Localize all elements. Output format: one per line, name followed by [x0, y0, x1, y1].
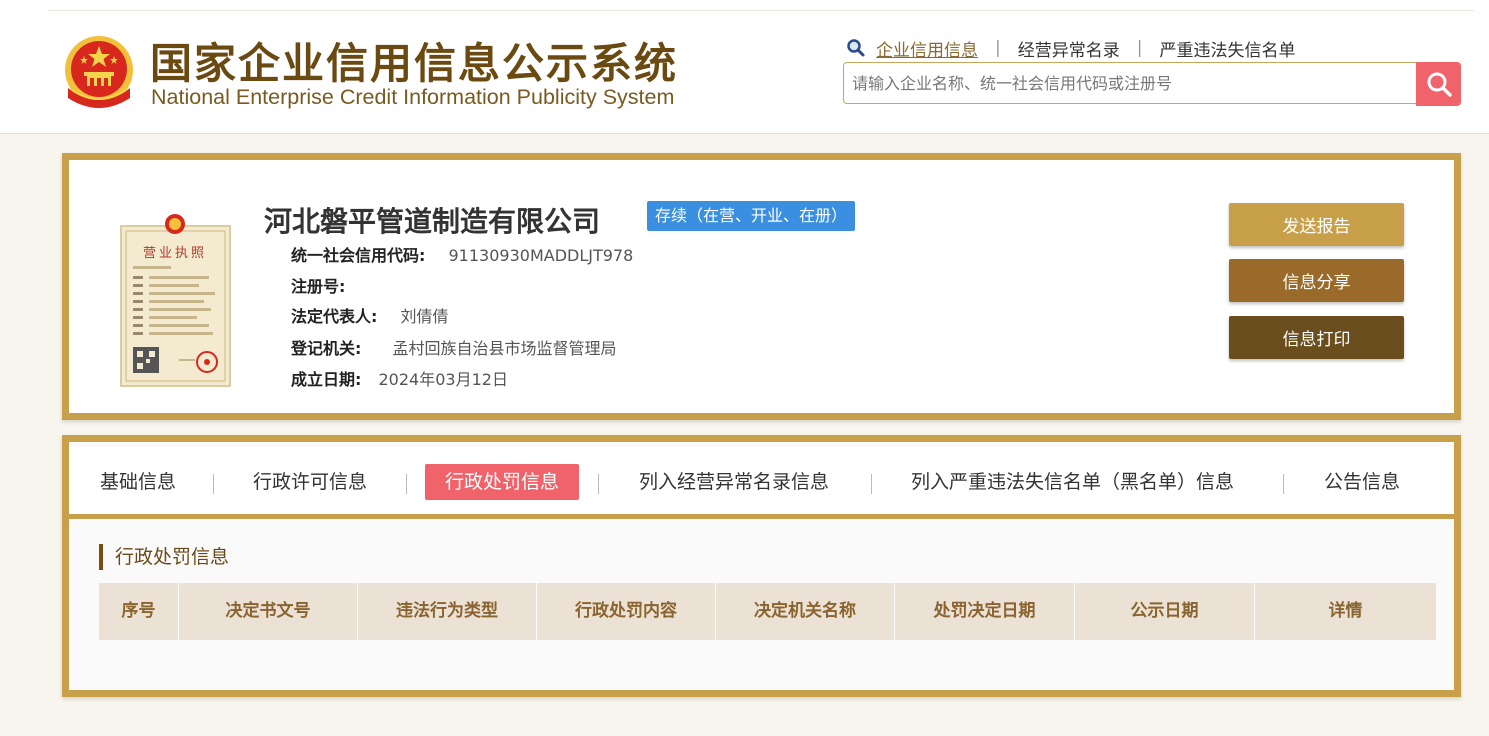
- header-divider: [48, 10, 1474, 11]
- column-header: 决定书文号: [179, 583, 358, 640]
- company-name: 河北磐平管道制造有限公司: [264, 205, 601, 238]
- business-license-image: 营业执照: [120, 214, 231, 387]
- tab-separator: [871, 474, 872, 494]
- section-title: 行政处罚信息: [99, 544, 229, 570]
- info-value: 2024年03月12日: [378, 370, 508, 389]
- national-emblem-icon: [65, 36, 133, 108]
- nav-link-blacklist[interactable]: 严重违法失信名单: [1159, 36, 1295, 61]
- site-header: 国家企业信用信息公示系统 National Enterprise Credit …: [0, 0, 1489, 134]
- top-nav: 企业信用信息 | 经营异常名录 | 严重违法失信名单: [846, 36, 1295, 61]
- tab-separator: [598, 474, 599, 494]
- info-value: 91130930MADDLJT978: [448, 246, 634, 265]
- search-icon: [1427, 72, 1452, 97]
- tab-basic-info[interactable]: 基础信息: [100, 464, 176, 500]
- column-header: 处罚决定日期: [895, 583, 1075, 640]
- site-title-en: National Enterprise Credit Information P…: [151, 85, 675, 109]
- tab-admin-penalty[interactable]: 行政处罚信息: [425, 464, 580, 500]
- nav-link-abnormal-list[interactable]: 经营异常名录: [1018, 36, 1120, 61]
- status-badge: 存续（在营、开业、在册）: [647, 201, 856, 231]
- column-header: 违法行为类型: [358, 583, 537, 640]
- nav-separator: |: [995, 38, 1001, 58]
- send-report-button[interactable]: 发送报告: [1229, 203, 1404, 246]
- info-row-credit-code: 统一社会信用代码: 91130930MADDLJT978: [291, 242, 633, 266]
- tab-separator: [1283, 474, 1284, 494]
- nav-separator: |: [1136, 38, 1143, 58]
- tab-bar: 基础信息 行政许可信息 行政处罚信息 列入经营异常名录信息 列入严重违法失信名单…: [69, 447, 1454, 519]
- info-label: 法定代表人:: [291, 307, 378, 326]
- company-card: 营业执照 河北磐平管道制造有限公司 存续（在营、开业、在册） 统一社会信用代码:…: [62, 153, 1461, 420]
- column-header: 序号: [99, 583, 179, 640]
- share-info-button[interactable]: 信息分享: [1229, 259, 1404, 302]
- info-label: 登记机关:: [291, 339, 362, 358]
- search-icon: [847, 39, 865, 57]
- tab-separator: [213, 474, 214, 494]
- column-header: 详情: [1328, 601, 1363, 621]
- column-header: 决定机关名称: [716, 583, 895, 640]
- column-header: 公示日期: [1075, 583, 1255, 640]
- info-label: 统一社会信用代码:: [291, 246, 426, 265]
- tab-abnormal-list[interactable]: 列入经营异常名录信息: [639, 464, 829, 500]
- tab-announcements[interactable]: 公告信息: [1324, 464, 1400, 500]
- license-title: 营业执照: [143, 246, 207, 261]
- info-row-authority: 登记机关: 孟村回族自治县市场监督管理局: [291, 335, 617, 359]
- tab-separator: [406, 474, 407, 494]
- search-button[interactable]: [1416, 62, 1461, 106]
- info-value: 孟村回族自治县市场监督管理局: [392, 339, 617, 358]
- info-label: 注册号:: [291, 277, 346, 296]
- info-row-reg-number: 注册号:: [291, 273, 345, 297]
- info-row-established: 成立日期: 2024年03月12日: [291, 366, 508, 390]
- column-header: 行政处罚内容: [537, 583, 716, 640]
- info-value: 刘倩倩: [400, 307, 449, 326]
- print-info-button[interactable]: 信息打印: [1229, 316, 1404, 359]
- nav-link-enterprise-credit[interactable]: 企业信用信息: [876, 36, 978, 61]
- tab-admin-license[interactable]: 行政许可信息: [253, 464, 367, 500]
- details-panel: 基础信息 行政许可信息 行政处罚信息 列入经营异常名录信息 列入严重违法失信名单…: [62, 435, 1461, 697]
- search-input[interactable]: [843, 62, 1417, 104]
- penalty-table-header: 序号 决定书文号 违法行为类型 行政处罚内容 决定机关名称 处罚决定日期 公示日…: [99, 583, 1436, 640]
- info-label: 成立日期:: [291, 370, 362, 389]
- info-row-legal-rep: 法定代表人: 刘倩倩: [291, 303, 449, 327]
- site-title-cn: 国家企业信用信息公示系统: [150, 39, 679, 88]
- tab-blacklist[interactable]: 列入严重违法失信名单（黑名单）信息: [911, 464, 1234, 500]
